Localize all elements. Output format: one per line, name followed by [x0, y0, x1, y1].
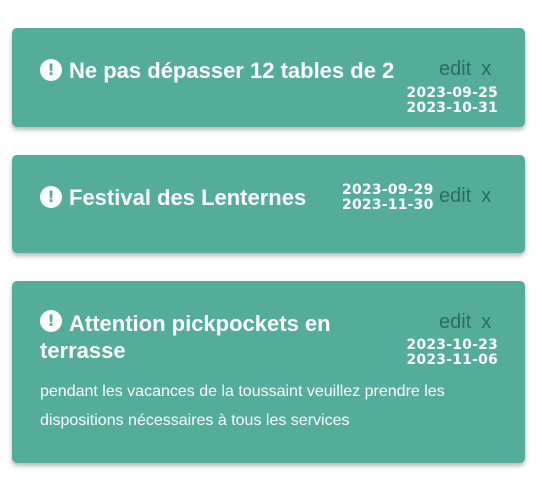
delete-button[interactable]: x [481, 58, 491, 80]
start-date: 2023-09-29 [342, 182, 434, 198]
delete-button[interactable]: x [481, 185, 491, 207]
edit-button[interactable]: edit [439, 185, 471, 207]
end-date: 2023-10-31 [406, 100, 498, 116]
note-card: ! Ne pas dépasser 12 tables de 2 edit x 2… [12, 28, 525, 127]
end-date: 2023-11-30 [342, 197, 434, 213]
note-title: Ne pas dépasser 12 tables de 2 [69, 58, 395, 83]
note-actions: edit x [439, 310, 491, 334]
edit-button[interactable]: edit [439, 311, 471, 333]
exclamation-circle-icon: ! [40, 186, 62, 208]
note-card: ! Festival des Lenternes 2023-09-29 2023… [12, 155, 525, 253]
delete-button[interactable]: x [481, 311, 491, 333]
note-card: ! Attention pickpockets en terrasse edit… [12, 281, 525, 463]
note-actions: edit x [439, 184, 491, 208]
start-date: 2023-09-25 [406, 85, 498, 101]
note-title: Attention pickpockets en terrasse [40, 311, 331, 363]
note-title: Festival des Lenternes [69, 185, 307, 210]
note-dates: 2023-09-25 2023-10-31 [406, 86, 498, 116]
note-dates: 2023-10-23 2023-11-06 [406, 338, 498, 368]
edit-button[interactable]: edit [439, 58, 471, 80]
exclamation-circle-icon: ! [40, 59, 62, 81]
note-dates: 2023-09-29 2023-11-30 [342, 183, 434, 213]
note-body: pendant les vacances de la toussaint veu… [40, 383, 445, 429]
start-date: 2023-10-23 [406, 337, 498, 353]
end-date: 2023-11-06 [406, 352, 498, 368]
note-actions: edit x [439, 57, 491, 81]
